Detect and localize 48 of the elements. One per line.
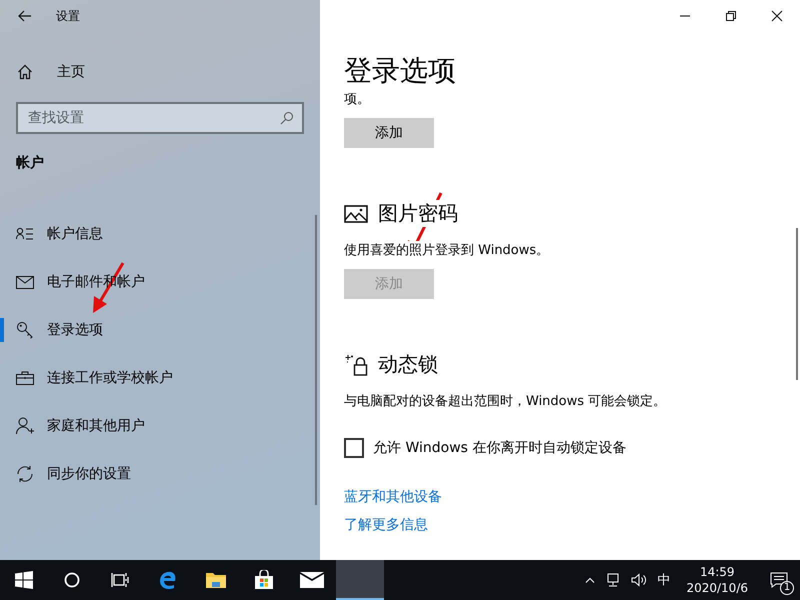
input-method-indicator[interactable]: 中: [657, 571, 670, 589]
network-icon[interactable]: [605, 573, 622, 587]
message-icon: [770, 572, 788, 588]
notification-button[interactable]: 1: [764, 560, 794, 600]
sync-icon: [16, 465, 34, 483]
nav-item[interactable]: 连接工作或学校帐户: [0, 354, 320, 402]
checkbox[interactable]: [344, 438, 364, 458]
scrollbar[interactable]: [796, 228, 798, 380]
scrollbar[interactable]: [315, 215, 317, 505]
page-title: 登录选项: [344, 53, 457, 89]
add-button[interactable]: 添加: [344, 118, 434, 148]
nav-item[interactable]: 家庭和其他用户: [0, 402, 320, 450]
home-icon: [17, 64, 33, 80]
checkbox-label: 允许 Windows 在你离开时自动锁定设备: [373, 439, 626, 457]
browser-e-icon: [158, 570, 178, 590]
section-heading: 帐户: [16, 154, 45, 172]
nav-item[interactable]: 同步你的设置: [0, 450, 320, 498]
envelope-icon: [300, 572, 324, 588]
picture-icon: [344, 204, 368, 222]
link[interactable]: 蓝牙和其他设备: [344, 488, 442, 506]
circle-icon: [64, 572, 80, 588]
nav-item[interactable]: 帐户信息: [0, 210, 320, 258]
back-arrow-icon[interactable]: [18, 10, 32, 22]
mail-icon: [16, 276, 34, 288]
shopping-bag-icon: [254, 570, 274, 590]
search-field[interactable]: 查找设置: [16, 102, 304, 134]
folder-icon: [205, 571, 227, 589]
windows-icon: [15, 571, 33, 589]
restore-icon: [725, 10, 737, 22]
date-text: 2020/10/6: [686, 580, 748, 596]
task-view-icon: [111, 572, 129, 588]
nav-item[interactable]: 登录选项: [0, 306, 320, 354]
chevron-up-icon[interactable]: [585, 577, 596, 583]
clock[interactable]: 14:59 2020/10/6: [680, 564, 754, 596]
window-title: 设置: [56, 8, 80, 24]
close-icon: [771, 10, 783, 22]
account-icon: [16, 227, 34, 241]
time-text: 14:59: [700, 564, 735, 580]
volume-icon[interactable]: [631, 573, 648, 587]
briefcase-icon: [16, 371, 34, 385]
home-link[interactable]: 主页: [17, 57, 320, 87]
link[interactable]: 了解更多信息: [344, 516, 428, 534]
section-heading: 图片密码: [378, 200, 458, 227]
notification-count: 1: [780, 581, 794, 595]
add-user-icon: [16, 417, 34, 435]
sparkle-lock-icon: [344, 354, 368, 376]
search-icon: [280, 111, 294, 125]
key-icon: [16, 321, 34, 339]
